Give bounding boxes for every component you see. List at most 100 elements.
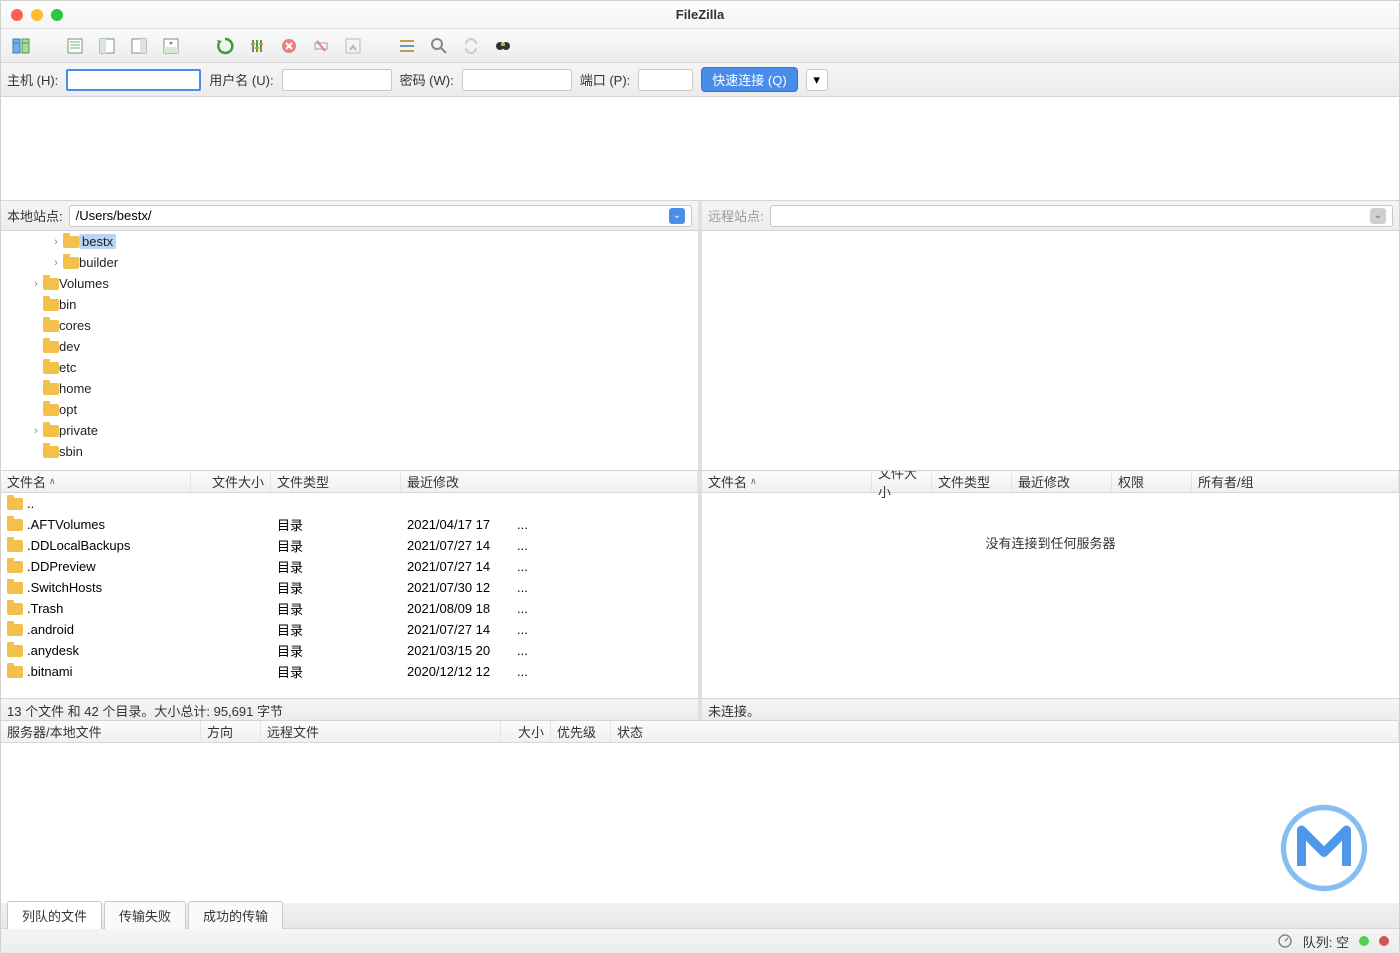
tree-label: bestx [79, 234, 116, 249]
sync-browse-button[interactable] [457, 32, 485, 60]
col-type: 文件类型 [277, 472, 329, 491]
folder-icon [43, 362, 59, 374]
directory-compare-button[interactable] [425, 32, 453, 60]
list-item[interactable]: .Trash目录2021/08/09 18... [1, 598, 698, 619]
reconnect-button[interactable] [339, 32, 367, 60]
remote-status: 未连接。 [702, 699, 1399, 720]
folder-icon [7, 498, 23, 510]
tree-item[interactable]: ›builder [1, 252, 698, 273]
remote-file-list[interactable]: 没有连接到任何服务器 [702, 493, 1399, 698]
toggle-queue-button[interactable] [157, 32, 185, 60]
tree-item[interactable]: etc [1, 357, 698, 378]
tree-label: bin [59, 297, 76, 312]
refresh-button[interactable] [211, 32, 239, 60]
file-modified: 2021/07/27 14 [401, 622, 511, 637]
tree-item[interactable]: sbin [1, 441, 698, 462]
file-type: 目录 [271, 536, 401, 555]
tree-item[interactable]: dev [1, 336, 698, 357]
toggle-remote-tree-button[interactable] [125, 32, 153, 60]
tree-item[interactable]: cores [1, 315, 698, 336]
speed-limit-icon[interactable] [1277, 933, 1293, 949]
disconnect-button[interactable] [307, 32, 335, 60]
file-type: 目录 [271, 662, 401, 681]
file-type: 目录 [271, 599, 401, 618]
col-direction: 方向 [201, 721, 261, 742]
filter-button[interactable] [393, 32, 421, 60]
cancel-button[interactable] [275, 32, 303, 60]
password-label: 密码 (W): [400, 70, 454, 89]
folder-icon [7, 624, 23, 636]
list-item[interactable]: .bitnami 目录2020/12/12 12... [1, 661, 698, 682]
folder-icon [43, 383, 59, 395]
col-modified: 最近修改 [407, 472, 459, 491]
expand-icon[interactable]: › [29, 425, 43, 437]
password-input[interactable] [462, 69, 572, 91]
expand-icon[interactable]: › [29, 278, 43, 290]
queue-tabs: 列队的文件 传输失败 成功的传输 [1, 903, 1399, 929]
file-dots: ... [511, 664, 534, 679]
expand-icon[interactable]: › [49, 236, 63, 248]
process-queue-button[interactable] [243, 32, 271, 60]
file-name: .DDLocalBackups [27, 538, 130, 553]
site-manager-button[interactable] [7, 32, 35, 60]
tab-failed[interactable]: 传输失败 [104, 901, 186, 929]
quickconnect-history-button[interactable]: ▾ [806, 69, 828, 91]
tab-queued[interactable]: 列队的文件 [7, 901, 102, 929]
local-file-list[interactable]: .. .AFTVolumes目录2021/04/17 17... .DDLocalB… [1, 493, 698, 698]
remote-tree[interactable] [702, 231, 1399, 470]
file-type: 目录 [271, 578, 401, 597]
col-server: 服务器/本地文件 [1, 721, 201, 742]
file-name: .SwitchHosts [27, 580, 102, 595]
local-site-label: 本地站点: [7, 206, 63, 225]
folder-icon [63, 257, 79, 269]
queue-body[interactable] [1, 743, 1399, 903]
list-item[interactable]: .SwitchHosts目录2021/07/30 12... [1, 577, 698, 598]
list-item[interactable]: .AFTVolumes目录2021/04/17 17... [1, 514, 698, 535]
search-button[interactable] [489, 32, 517, 60]
tree-label: dev [59, 339, 80, 354]
col-size: 大小 [501, 721, 551, 742]
file-name: .. [27, 496, 34, 511]
local-list-header[interactable]: 文件名∧ 文件大小 文件类型 最近修改 [1, 471, 698, 493]
remote-path-combo[interactable]: ⌄ [770, 205, 1393, 227]
tree-item[interactable]: ›Volumes [1, 273, 698, 294]
toggle-log-button[interactable] [61, 32, 89, 60]
toggle-local-tree-button[interactable] [93, 32, 121, 60]
file-modified: 2020/12/12 12 [401, 664, 511, 679]
username-input[interactable] [282, 69, 392, 91]
file-name: .AFTVolumes [27, 517, 105, 532]
remote-list-header[interactable]: 文件名∧ 文件大小 文件类型 最近修改 权限 所有者/组 [702, 471, 1399, 493]
file-modified: 2021/08/09 18 [401, 601, 511, 616]
file-modified: 2021/07/30 12 [401, 580, 511, 595]
file-dots: ... [511, 517, 534, 532]
local-tree[interactable]: › bestx ›builder›Volumes bin cores dev etc home… [1, 231, 702, 470]
expand-icon[interactable]: › [49, 257, 63, 269]
statusbar: 队列: 空 [1, 929, 1399, 953]
tree-item[interactable]: bin [1, 294, 698, 315]
list-item[interactable]: .anydesk目录2021/03/15 20... [1, 640, 698, 661]
list-item[interactable]: .. [1, 493, 698, 514]
list-item[interactable]: .android目录2021/07/27 14... [1, 619, 698, 640]
tree-label: sbin [59, 444, 83, 459]
file-dots: ... [511, 538, 534, 553]
local-path-combo[interactable]: /Users/bestx/ ⌄ [69, 205, 692, 227]
tree-item[interactable]: opt [1, 399, 698, 420]
quickconnect-bar: 主机 (H): 用户名 (U): 密码 (W): 端口 (P): 快速连接 (Q… [1, 63, 1399, 97]
tree-item[interactable]: home [1, 378, 698, 399]
host-label: 主机 (H): [7, 70, 58, 89]
queue-header[interactable]: 服务器/本地文件 方向 远程文件 大小 优先级 状态 [1, 721, 1399, 743]
tree-item[interactable]: ›private [1, 420, 698, 441]
tree-label: home [59, 381, 92, 396]
list-item[interactable]: .DDLocalBackups目录2021/07/27 14... [1, 535, 698, 556]
host-input[interactable] [66, 69, 201, 91]
list-item[interactable]: .DDPreview目录2021/07/27 14... [1, 556, 698, 577]
tree-item[interactable]: › bestx [1, 231, 698, 252]
folder-icon [7, 603, 23, 615]
folder-icon [43, 320, 59, 332]
quickconnect-button[interactable]: 快速连接 (Q) [701, 67, 797, 92]
message-log[interactable] [1, 97, 1399, 201]
tab-success[interactable]: 成功的传输 [188, 901, 283, 929]
port-input[interactable] [638, 69, 693, 91]
file-name: .bitnami [27, 664, 73, 679]
file-modified: 2021/03/15 20 [401, 643, 511, 658]
